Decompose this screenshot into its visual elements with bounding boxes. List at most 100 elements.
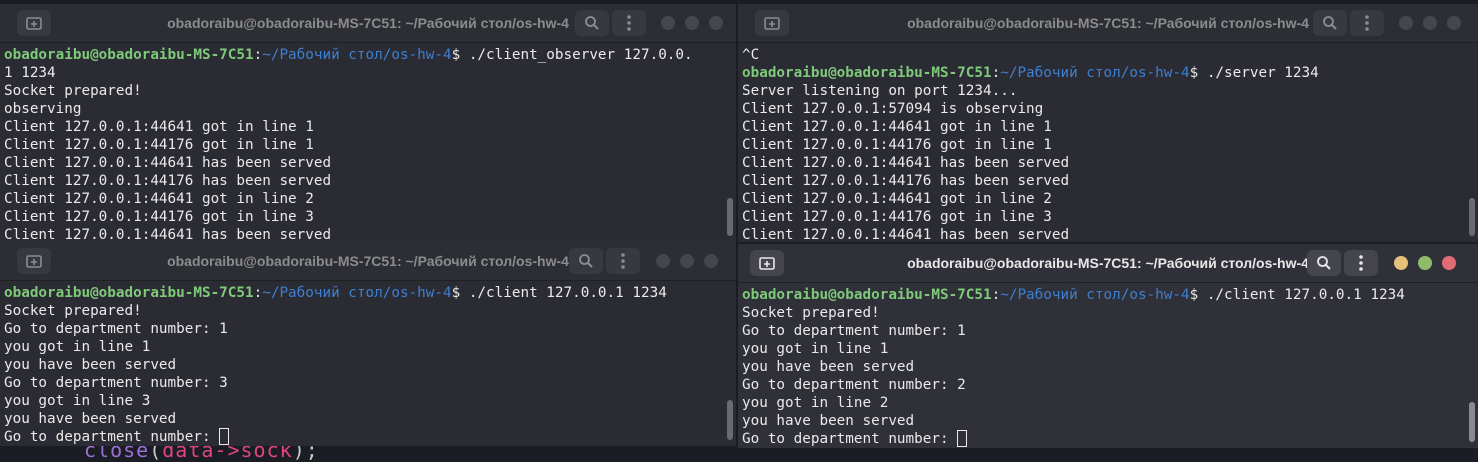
output-text: you got in line 1 bbox=[4, 339, 151, 355]
output-line: Client 127.0.0.1:44176 got in line 1 bbox=[742, 136, 1464, 154]
prompt-path: ~/Рабочий стол/os-hw-4 bbox=[262, 47, 452, 63]
terminal-window-server[interactable]: obadoraibu@obadoraibu-MS-7C51: ~/Рабочий… bbox=[738, 4, 1478, 242]
prompt-command: $ ./client 127.0.0.1 1234 bbox=[1189, 287, 1405, 303]
scrollbar[interactable] bbox=[1469, 198, 1475, 236]
terminal-output[interactable]: ^C obadoraibu@obadoraibu-MS-7C51:~/Рабочи… bbox=[742, 46, 1464, 242]
search-button[interactable] bbox=[569, 248, 603, 274]
output-line: you have been served bbox=[4, 410, 722, 428]
output-text: Client 127.0.0.1:44176 got in line 3 bbox=[742, 209, 1052, 225]
output-text: you have been served bbox=[4, 357, 177, 373]
output-line: you got in line 1 bbox=[742, 340, 1464, 358]
output-text: Go to department number: 1 bbox=[742, 323, 966, 339]
output-text: Client 127.0.0.1:44641 got in line 1 bbox=[742, 119, 1052, 135]
maximize-button[interactable] bbox=[680, 254, 694, 268]
prompt-path: ~/Рабочий стол/os-hw-4 bbox=[1000, 287, 1190, 303]
output-line: Socket prepared! bbox=[4, 302, 722, 320]
menu-button[interactable] bbox=[1350, 10, 1384, 36]
prompt-colon: : bbox=[991, 65, 1001, 81]
prompt-user: obadoraibu@obadoraibu-MS-7C51 bbox=[4, 47, 254, 63]
title-bar[interactable]: obadoraibu@obadoraibu-MS-7C51: ~/Рабочий… bbox=[0, 242, 736, 281]
output-line: Client 127.0.0.1:57094 is observing bbox=[742, 100, 1464, 118]
terminal-window-client-1[interactable]: obadoraibu@obadoraibu-MS-7C51: ~/Рабочий… bbox=[0, 242, 736, 446]
close-button[interactable] bbox=[709, 16, 723, 30]
kebab-menu-icon bbox=[627, 15, 631, 31]
output-text: Client 127.0.0.1:44176 got in line 1 bbox=[742, 137, 1052, 153]
output-line: you have been served bbox=[742, 358, 1464, 376]
prompt-user: obadoraibu@obadoraibu-MS-7C51 bbox=[4, 285, 254, 301]
output-line: you got in line 2 bbox=[742, 394, 1464, 412]
output-text: ^C bbox=[742, 47, 760, 63]
terminal-window-observer[interactable]: obadoraibu@obadoraibu-MS-7C51: ~/Рабочий… bbox=[0, 4, 736, 242]
output-text: Client 127.0.0.1:44641 has been served bbox=[4, 227, 332, 242]
output-line: ^C bbox=[742, 46, 1464, 64]
output-text: Client 127.0.0.1:44176 has been served bbox=[4, 173, 332, 189]
output-line: you have been served bbox=[4, 356, 722, 374]
output-line: Client 127.0.0.1:44176 has been served bbox=[742, 172, 1464, 190]
terminal-window-client-2[interactable]: obadoraibu@obadoraibu-MS-7C51: ~/Рабочий… bbox=[738, 244, 1478, 448]
close-button[interactable] bbox=[1447, 16, 1461, 30]
output-text: Go to department number: 1 bbox=[4, 321, 228, 337]
search-button[interactable] bbox=[575, 10, 609, 36]
output-line: Client 127.0.0.1:44176 has been served bbox=[4, 172, 722, 190]
output-text: Go to department number: bbox=[742, 431, 958, 447]
maximize-button[interactable] bbox=[685, 16, 699, 30]
search-icon bbox=[1317, 256, 1331, 270]
menu-button[interactable] bbox=[606, 248, 640, 274]
scrollbar[interactable] bbox=[727, 198, 733, 236]
search-button[interactable] bbox=[1313, 10, 1347, 36]
output-text: Socket prepared! bbox=[742, 305, 880, 321]
output-line: Go to department number: 1 bbox=[4, 320, 722, 338]
prompt-command: $ ./server 1234 bbox=[1189, 65, 1319, 81]
menu-button[interactable] bbox=[1344, 250, 1378, 276]
output-line: you got in line 1 bbox=[4, 338, 722, 356]
prompt-path: ~/Рабочий стол/os-hw-4 bbox=[262, 285, 452, 301]
output-line: Client 127.0.0.1:44641 got in line 1 bbox=[742, 118, 1464, 136]
output-text: Client 127.0.0.1:44176 got in line 3 bbox=[4, 209, 314, 225]
output-text: Socket prepared! bbox=[4, 83, 142, 99]
prompt-line: obadoraibu@obadoraibu-MS-7C51:~/Рабочий … bbox=[4, 46, 722, 64]
terminal-output[interactable]: obadoraibu@obadoraibu-MS-7C51:~/Рабочий … bbox=[4, 46, 722, 242]
maximize-button[interactable] bbox=[1418, 256, 1432, 270]
output-text: you have been served bbox=[4, 411, 177, 427]
output-line: Socket prepared! bbox=[742, 304, 1464, 322]
terminal-output[interactable]: obadoraibu@obadoraibu-MS-7C51:~/Рабочий … bbox=[742, 286, 1464, 448]
output-line: Go to department number: bbox=[742, 430, 1464, 448]
menu-button[interactable] bbox=[612, 10, 646, 36]
output-text: Client 127.0.0.1:57094 is observing bbox=[742, 101, 1044, 117]
output-line: Go to department number: 1 bbox=[742, 322, 1464, 340]
title-bar[interactable]: obadoraibu@obadoraibu-MS-7C51: ~/Рабочий… bbox=[738, 4, 1478, 43]
output-line: Go to department number: bbox=[4, 428, 722, 446]
title-bar[interactable]: obadoraibu@obadoraibu-MS-7C51: ~/Рабочий… bbox=[0, 4, 736, 43]
minimize-button[interactable] bbox=[661, 16, 675, 30]
maximize-button[interactable] bbox=[1423, 16, 1437, 30]
search-button[interactable] bbox=[1307, 250, 1341, 276]
minimize-button[interactable] bbox=[1399, 16, 1413, 30]
kebab-menu-icon bbox=[1359, 255, 1363, 271]
close-button[interactable] bbox=[1442, 256, 1456, 270]
scrollbar[interactable] bbox=[1469, 402, 1475, 442]
output-text: Client 127.0.0.1:44641 has been served bbox=[4, 155, 332, 171]
output-line: Client 127.0.0.1:44641 got in line 2 bbox=[4, 190, 722, 208]
prompt-colon: : bbox=[253, 47, 263, 63]
output-line: Client 127.0.0.1:44176 got in line 3 bbox=[4, 208, 722, 226]
prompt-line: obadoraibu@obadoraibu-MS-7C51:~/Рабочий … bbox=[742, 286, 1464, 304]
output-text: you got in line 2 bbox=[742, 395, 889, 411]
minimize-button[interactable] bbox=[1394, 256, 1408, 270]
output-line: Client 127.0.0.1:44176 got in line 3 bbox=[742, 208, 1464, 226]
prompt-user: obadoraibu@obadoraibu-MS-7C51 bbox=[742, 65, 992, 81]
minimize-button[interactable] bbox=[656, 254, 670, 268]
output-text: Socket prepared! bbox=[4, 303, 142, 319]
output-text: Server listening on port 1234... bbox=[742, 83, 1018, 99]
output-line: Client 127.0.0.1:44641 has been served bbox=[4, 154, 722, 172]
scrollbar[interactable] bbox=[727, 400, 733, 440]
output-text: Go to department number: bbox=[4, 429, 220, 445]
output-text: Client 127.0.0.1:44641 got in line 2 bbox=[742, 191, 1052, 207]
output-line: Client 127.0.0.1:44641 has been served bbox=[742, 154, 1464, 172]
terminal-output[interactable]: obadoraibu@obadoraibu-MS-7C51:~/Рабочий … bbox=[4, 284, 722, 446]
output-line: Socket prepared! bbox=[4, 82, 722, 100]
close-button[interactable] bbox=[704, 254, 718, 268]
output-text: Client 127.0.0.1:44641 has been served bbox=[742, 155, 1070, 171]
output-line: 1 1234 bbox=[4, 64, 722, 82]
title-bar[interactable]: obadoraibu@obadoraibu-MS-7C51: ~/Рабочий… bbox=[738, 244, 1478, 283]
output-line: Client 127.0.0.1:44641 got in line 2 bbox=[742, 190, 1464, 208]
